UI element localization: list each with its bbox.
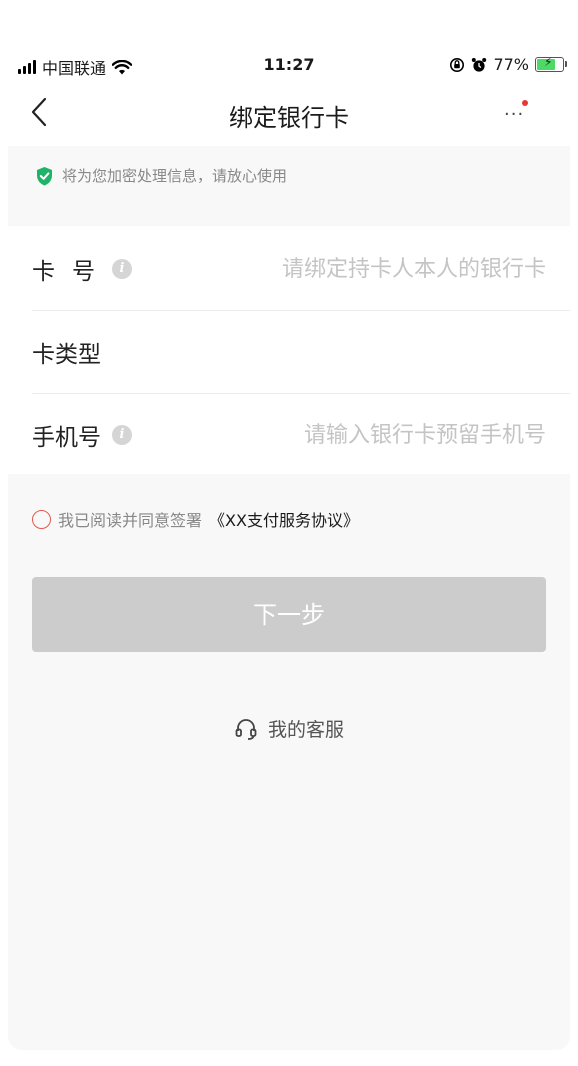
phone-row: 手机号 i <box>8 394 570 476</box>
next-step-button[interactable]: 下一步 <box>32 577 546 652</box>
phone-info-icon[interactable]: i <box>112 425 132 445</box>
bank-card-form: 卡号 i 卡类型 手机号 i <box>8 226 570 474</box>
card-number-row: 卡号 i <box>8 228 570 310</box>
card-number-input[interactable] <box>246 246 546 292</box>
more-dots-icon: ··· <box>504 104 525 125</box>
phone-input[interactable] <box>246 412 546 458</box>
security-notice: 将为您加密处理信息，请放心使用 <box>36 165 287 186</box>
agreement-prefix: 我已阅读并同意签署 <box>58 511 203 530</box>
charging-bolt-icon: ⚡ <box>544 55 553 69</box>
status-right: 77% ⚡ <box>449 55 567 74</box>
phone-label: 手机号 <box>32 425 101 451</box>
battery-percent: 77% <box>493 55 529 74</box>
agreement-row: 我已阅读并同意签署 《XX支付服务协议》 <box>32 507 359 531</box>
card-number-label-char-1: 卡 <box>32 259 72 285</box>
page-title: 绑定银行卡 <box>229 104 349 132</box>
agreement-link[interactable]: 《XX支付服务协议》 <box>209 507 359 531</box>
status-bar: 中国联通 11:27 77% ⚡ <box>0 0 578 90</box>
agreement-checkbox[interactable] <box>32 509 51 529</box>
more-button[interactable]: ··· <box>496 98 536 128</box>
customer-service-link[interactable]: 我的客服 <box>0 715 578 742</box>
battery-charging-icon: ⚡ <box>535 55 567 72</box>
card-number-label: 卡号 <box>32 252 95 286</box>
security-notice-text: 将为您加密处理信息，请放心使用 <box>62 167 288 185</box>
card-type-row[interactable]: 卡类型 <box>8 311 570 393</box>
nav-bar: 绑定银行卡 ··· <box>0 90 578 140</box>
shield-check-icon <box>37 166 52 185</box>
orientation-lock-icon <box>450 57 465 72</box>
card-type-label: 卡类型 <box>32 342 101 368</box>
alarm-icon <box>472 57 487 72</box>
headset-icon <box>235 718 257 740</box>
customer-service-label: 我的客服 <box>267 719 344 741</box>
card-number-label-char-2: 号 <box>72 259 95 285</box>
card-number-info-icon[interactable]: i <box>112 259 132 279</box>
notification-dot <box>522 100 528 106</box>
